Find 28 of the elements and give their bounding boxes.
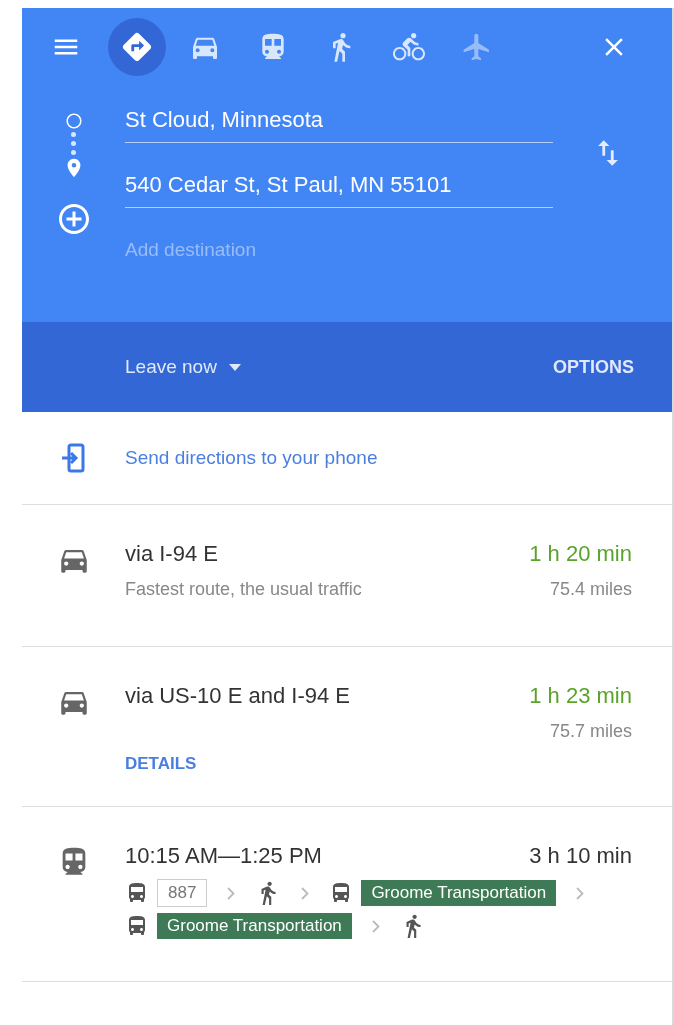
chevron-right-icon: [576, 886, 585, 900]
chevron-right-icon: [227, 886, 236, 900]
options-button[interactable]: OPTIONS: [553, 356, 634, 378]
route-duration: 1 h 20 min: [529, 541, 632, 567]
transit-line-badge: Groome Transportation: [361, 880, 557, 906]
route-title: via I-94 E: [125, 541, 218, 567]
leave-now-dropdown[interactable]: Leave now: [125, 356, 241, 378]
origin-field[interactable]: St Cloud, Minnesota: [125, 98, 553, 143]
send-directions-link[interactable]: Send directions to your phone: [125, 447, 378, 469]
dropdown-caret-icon: [228, 363, 241, 371]
chevron-right-icon: [301, 886, 310, 900]
route-duration: 1 h 23 min: [529, 683, 632, 709]
destination-field[interactable]: 540 Cedar St, St Paul, MN 55101: [125, 163, 553, 208]
route-title: via US-10 E and I-94 E: [125, 683, 350, 709]
origin-icon: [64, 112, 83, 130]
directions-icon: [120, 30, 154, 64]
send-to-phone-icon: [60, 443, 87, 473]
route-duration: 3 h 10 min: [529, 843, 632, 869]
chevron-right-icon: [371, 919, 380, 933]
add-destination-field[interactable]: Add destination: [125, 228, 425, 272]
route-description: Fastest route, the usual traffic: [125, 579, 362, 600]
bicycle-icon: [393, 31, 425, 63]
route-distance: 75.7 miles: [549, 721, 632, 742]
transit-line-badge: Groome Transportation: [157, 913, 352, 939]
details-link[interactable]: DETAILS: [125, 754, 197, 774]
bus-number-badge: 887: [157, 879, 208, 907]
route-title: 10:15 AM—1:25 PM: [125, 843, 322, 869]
route-distance: 75.4 miles: [549, 579, 632, 600]
